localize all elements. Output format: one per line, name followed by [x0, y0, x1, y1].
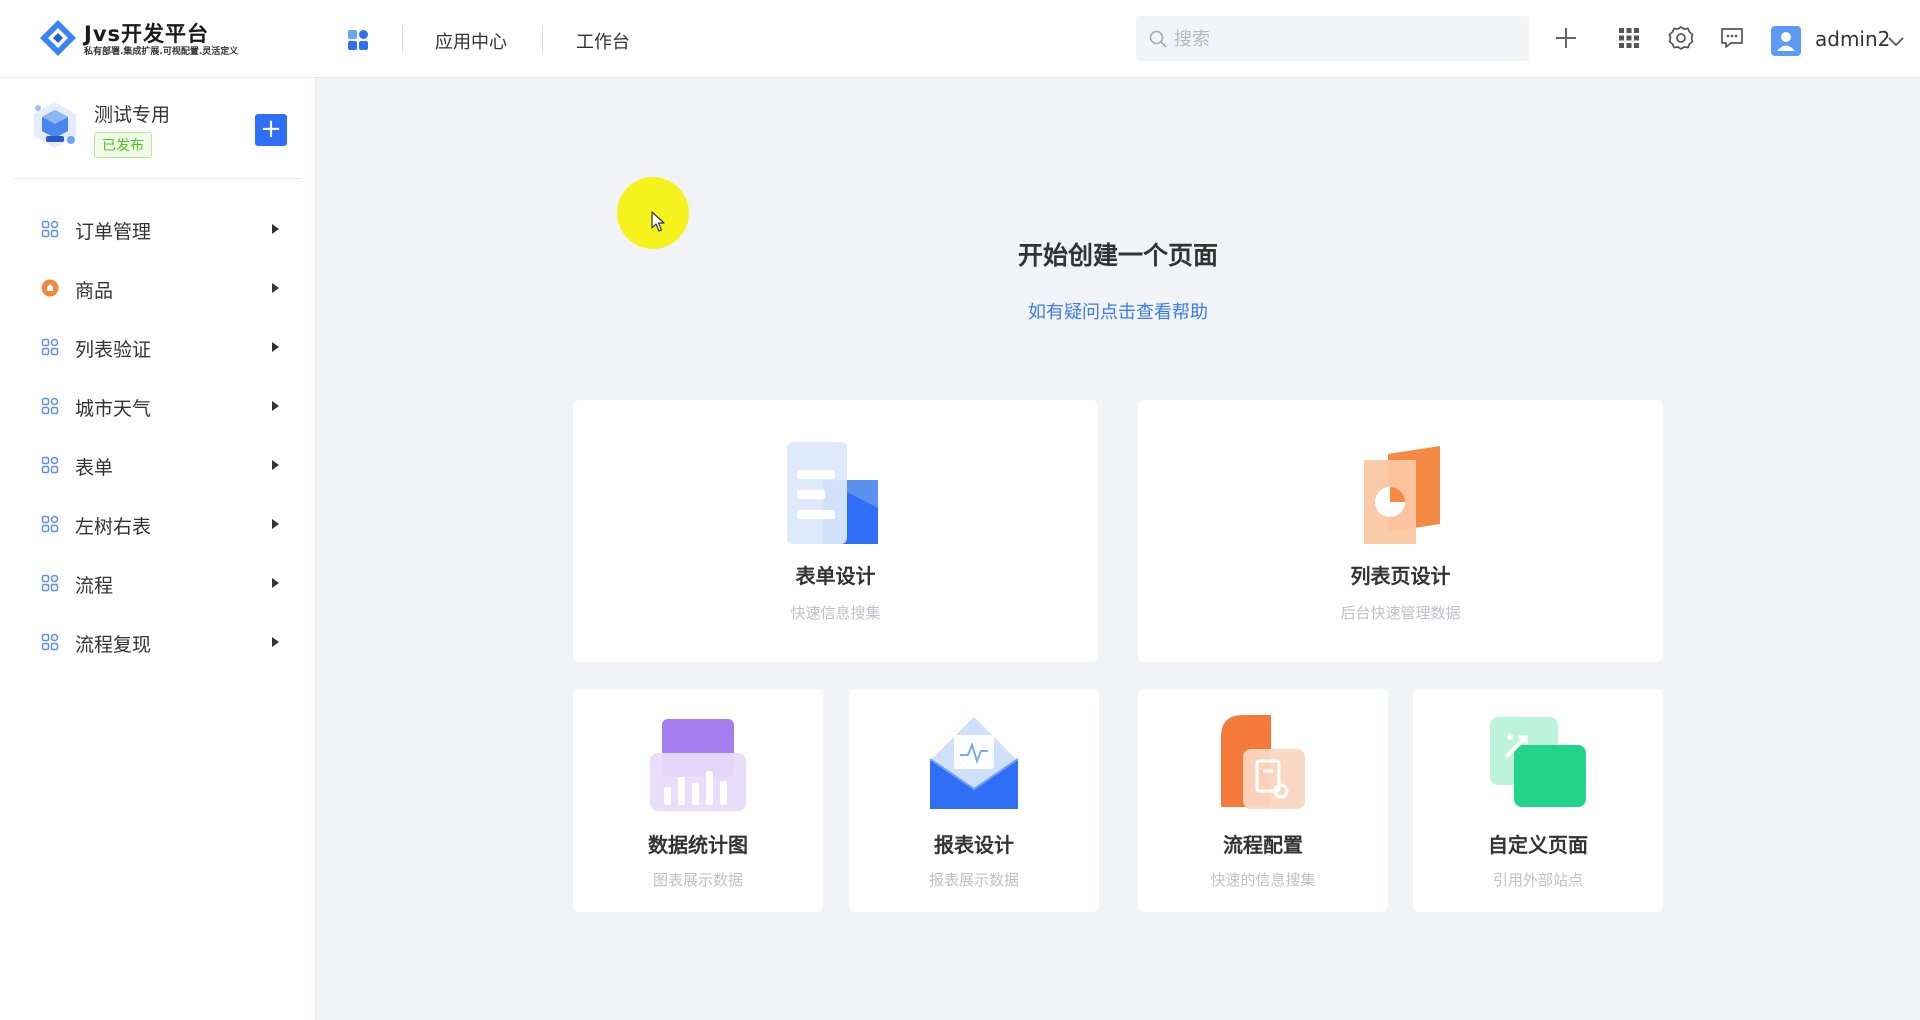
mouse-cursor-icon [651, 211, 665, 232]
card-description: 图表展示数据 [652, 871, 743, 889]
help-link[interactable]: 如有疑问点击查看帮助 [900, 298, 1336, 324]
nav-divider [542, 26, 543, 52]
apps-icon [41, 574, 59, 592]
plus-icon[interactable] [1552, 24, 1580, 52]
sidebar-item-label: 城市天气 [75, 398, 152, 420]
card-title: 表单设计 [795, 564, 876, 588]
caret-right-icon [272, 342, 279, 352]
sidebar-item-workflow-replay[interactable]: 流程复现 [0, 613, 316, 672]
card-description: 引用外部站点 [1492, 871, 1583, 889]
search-icon [1149, 30, 1167, 48]
custom-page-icon [1490, 717, 1586, 807]
apps-icon [41, 456, 59, 474]
caret-right-icon [272, 460, 279, 470]
status-badge: 已发布 [94, 132, 152, 158]
page-title: 开始创建一个页面 [1017, 241, 1218, 270]
caret-right-icon [272, 401, 279, 411]
nav-app-center[interactable]: 应用中心 [435, 28, 507, 54]
apps-icon [41, 397, 59, 415]
sidebar-item-label: 左树右表 [75, 516, 152, 538]
apps-icon [41, 633, 59, 651]
sidebar-item-label: 列表验证 [75, 339, 152, 361]
logo-subtitle: 私有部署.集成扩展.可视配置.灵活定义 [84, 47, 239, 57]
sidebar-item-forms[interactable]: 表单 [0, 436, 316, 495]
caret-right-icon [272, 224, 279, 234]
card-description: 快速的信息搜集 [1210, 871, 1316, 889]
card-custom-page[interactable]: 自定义页面 引用外部站点 [1413, 689, 1663, 912]
card-title: 数据统计图 [648, 833, 748, 857]
sidebar: 测试专用 已发布 + 订单管理 商品 列表验证 城市天气 表单 左树右表 流程 … [0, 78, 316, 1020]
sidebar-item-label: 流程 [75, 575, 114, 597]
sidebar-item-label: 订单管理 [75, 221, 152, 243]
card-workflow-config[interactable]: 流程配置 快速的信息搜集 [1138, 689, 1388, 912]
apps-menu-icon[interactable] [346, 28, 370, 52]
card-title: 列表页设计 [1350, 564, 1451, 588]
message-icon[interactable] [1718, 24, 1746, 52]
sidebar-item-label: 商品 [75, 280, 114, 302]
top-header: Jvs开发平台 私有部署.集成扩展.可视配置.灵活定义 应用中心 工作台 搜索 … [0, 0, 1920, 78]
username[interactable]: admin2 [1815, 27, 1890, 51]
search-input[interactable] [1174, 24, 1514, 54]
sidebar-menu: 订单管理 商品 列表验证 城市天气 表单 左树右表 流程 流程复现 [0, 200, 316, 672]
card-description: 后台快速管理数据 [1340, 604, 1461, 622]
gear-icon[interactable] [1667, 24, 1695, 52]
sidebar-item-label: 表单 [75, 457, 114, 479]
grid-icon[interactable] [1615, 24, 1643, 52]
workflow-icon [1221, 715, 1305, 809]
sidebar-item-products[interactable]: 商品 [0, 259, 316, 318]
card-data-chart[interactable]: 数据统计图 图表展示数据 [573, 689, 823, 912]
card-title: 报表设计 [934, 833, 1014, 857]
sidebar-item-tree-table[interactable]: 左树右表 [0, 495, 316, 554]
nav-workbench[interactable]: 工作台 [576, 28, 630, 54]
apps-icon [41, 220, 59, 238]
logo[interactable]: Jvs开发平台 私有部署.集成扩展.可视配置.灵活定义 [38, 16, 268, 60]
card-title: 自定义页面 [1488, 833, 1588, 857]
sidebar-item-workflow[interactable]: 流程 [0, 554, 316, 613]
search-box [1136, 16, 1529, 61]
caret-right-icon [272, 578, 279, 588]
report-icon [929, 717, 1019, 809]
sidebar-divider [14, 178, 302, 179]
card-form-design[interactable]: 表单设计 快速信息搜集 [573, 400, 1098, 662]
sidebar-item-label: 流程复现 [75, 634, 152, 656]
logo-icon [40, 20, 76, 56]
app-name: 测试专用 [94, 104, 171, 126]
add-menu-button[interactable]: + [255, 114, 287, 146]
card-report-design[interactable]: 报表设计 报表展示数据 [849, 689, 1099, 912]
card-list-design[interactable]: 列表页设计 后台快速管理数据 [1138, 400, 1663, 662]
card-description: 报表展示数据 [928, 871, 1019, 889]
sidebar-item-city-weather[interactable]: 城市天气 [0, 377, 316, 436]
nav-divider [402, 26, 403, 52]
chevron-down-icon[interactable] [1886, 31, 1906, 51]
product-icon [41, 279, 59, 297]
user-icon [1777, 32, 1795, 51]
caret-right-icon [272, 283, 279, 293]
sidebar-item-orders[interactable]: 订单管理 [0, 200, 316, 259]
apps-icon [41, 338, 59, 356]
app-illustration-icon [34, 102, 76, 148]
form-design-icon [787, 442, 878, 544]
caret-right-icon [272, 637, 279, 647]
apps-icon [41, 515, 59, 533]
card-description: 快速信息搜集 [790, 604, 881, 622]
caret-right-icon [272, 519, 279, 529]
avatar[interactable] [1771, 26, 1801, 56]
current-app: 测试专用 已发布 + [0, 78, 316, 178]
list-design-icon [1364, 446, 1440, 544]
chart-icon [650, 719, 746, 811]
card-title: 流程配置 [1223, 833, 1303, 857]
sidebar-item-list-validation[interactable]: 列表验证 [0, 318, 316, 377]
